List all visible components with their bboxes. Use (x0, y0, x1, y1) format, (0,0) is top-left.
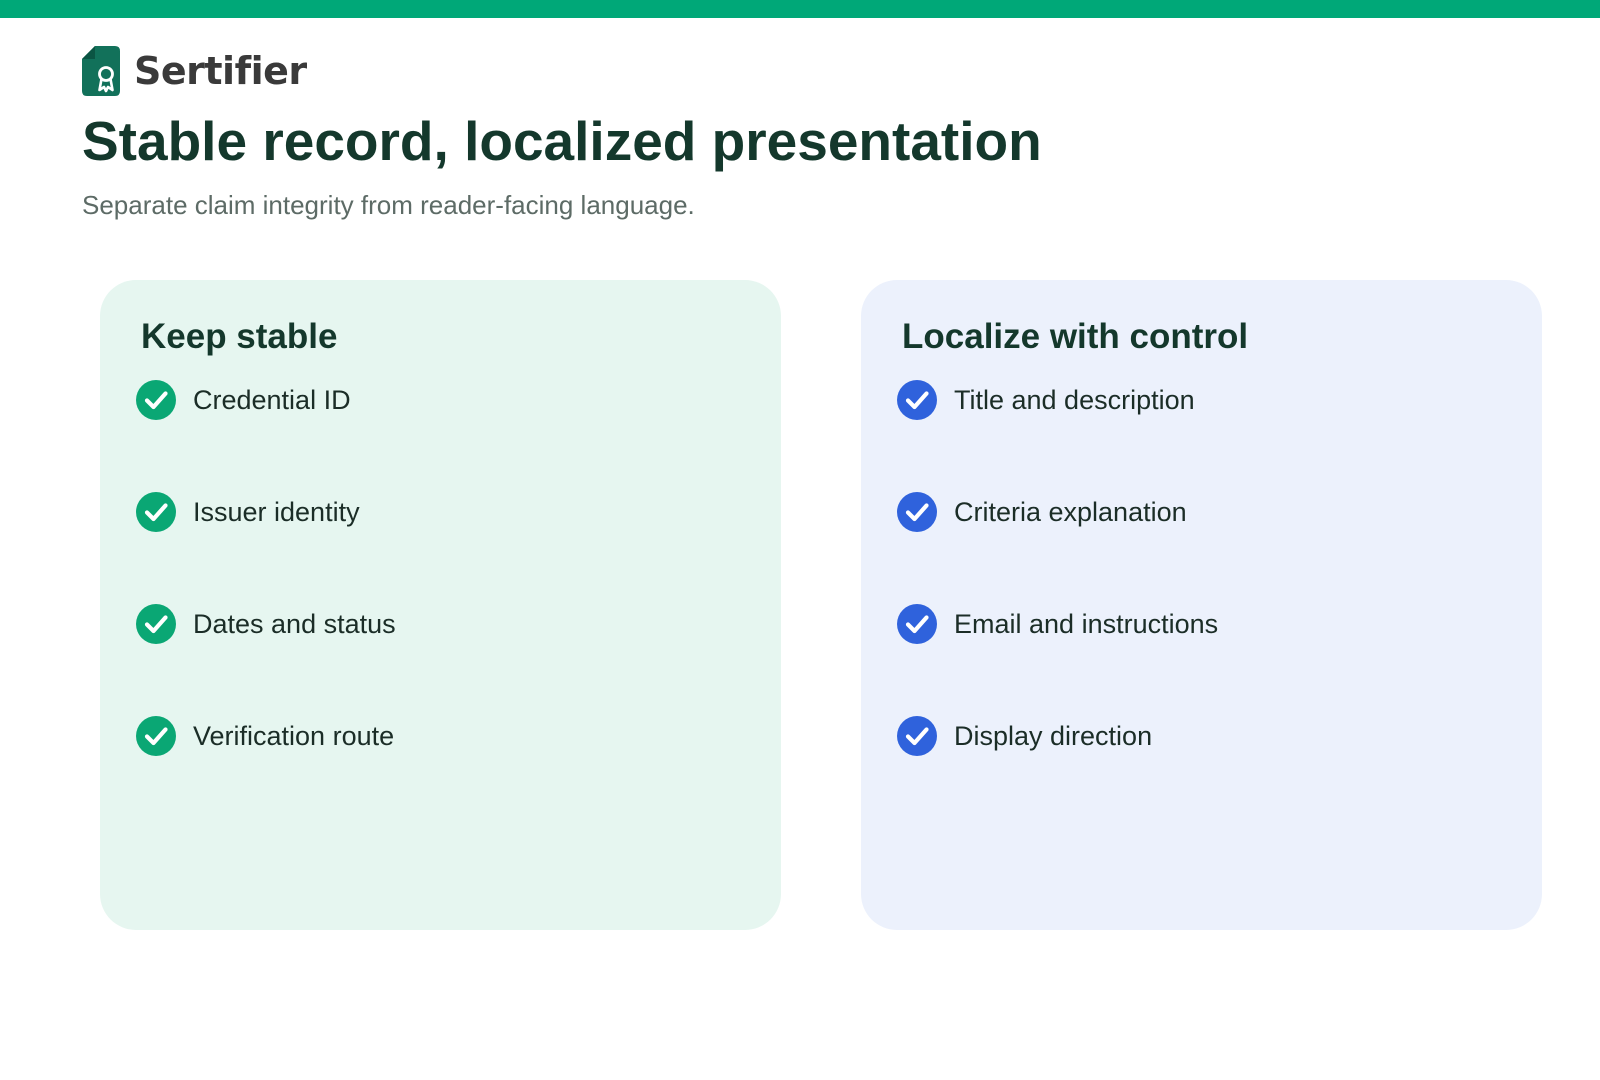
page-title: Stable record, localized presentation (82, 110, 1042, 172)
check-circle-icon (136, 604, 176, 644)
localize-list: Title and description Criteria explanati… (897, 380, 1218, 828)
list-item-label: Display direction (954, 721, 1153, 751)
list-item: Title and description (897, 380, 1218, 420)
keep-stable-list: Credential ID Issuer identity Dates and … (136, 380, 396, 828)
list-item-label: Criteria explanation (954, 497, 1187, 527)
list-item: Display direction (897, 716, 1218, 756)
page-subtitle: Separate claim integrity from reader-fac… (82, 190, 695, 220)
list-item-label: Verification route (193, 721, 395, 751)
check-circle-icon (897, 716, 937, 756)
check-circle-icon (897, 492, 937, 532)
list-item: Verification route (136, 716, 396, 756)
card-title: Localize with control (902, 317, 1249, 356)
list-item-label: Credential ID (193, 385, 351, 415)
check-circle-icon (136, 380, 176, 420)
list-item: Email and instructions (897, 604, 1218, 644)
check-circle-icon (136, 716, 176, 756)
list-item: Issuer identity (136, 492, 396, 532)
keep-stable-card: Keep stable Credential ID Issuer identit… (100, 280, 781, 930)
list-item-label: Dates and status (193, 609, 396, 639)
list-item: Credential ID (136, 380, 396, 420)
list-item-label: Issuer identity (193, 497, 360, 527)
sertifier-logo: Sertifier (82, 46, 307, 96)
list-item: Criteria explanation (897, 492, 1218, 532)
list-item-label: Email and instructions (954, 609, 1219, 639)
top-accent-bar (0, 0, 1600, 18)
localize-with-control-card: Localize with control Title and descript… (861, 280, 1542, 930)
list-item-label: Title and description (954, 385, 1195, 415)
list-item: Dates and status (136, 604, 396, 644)
brand-name: Sertifier (134, 49, 307, 93)
card-title: Keep stable (141, 317, 338, 356)
check-circle-icon (136, 492, 176, 532)
certificate-logo-icon (82, 46, 120, 96)
check-circle-icon (897, 380, 937, 420)
check-circle-icon (897, 604, 937, 644)
